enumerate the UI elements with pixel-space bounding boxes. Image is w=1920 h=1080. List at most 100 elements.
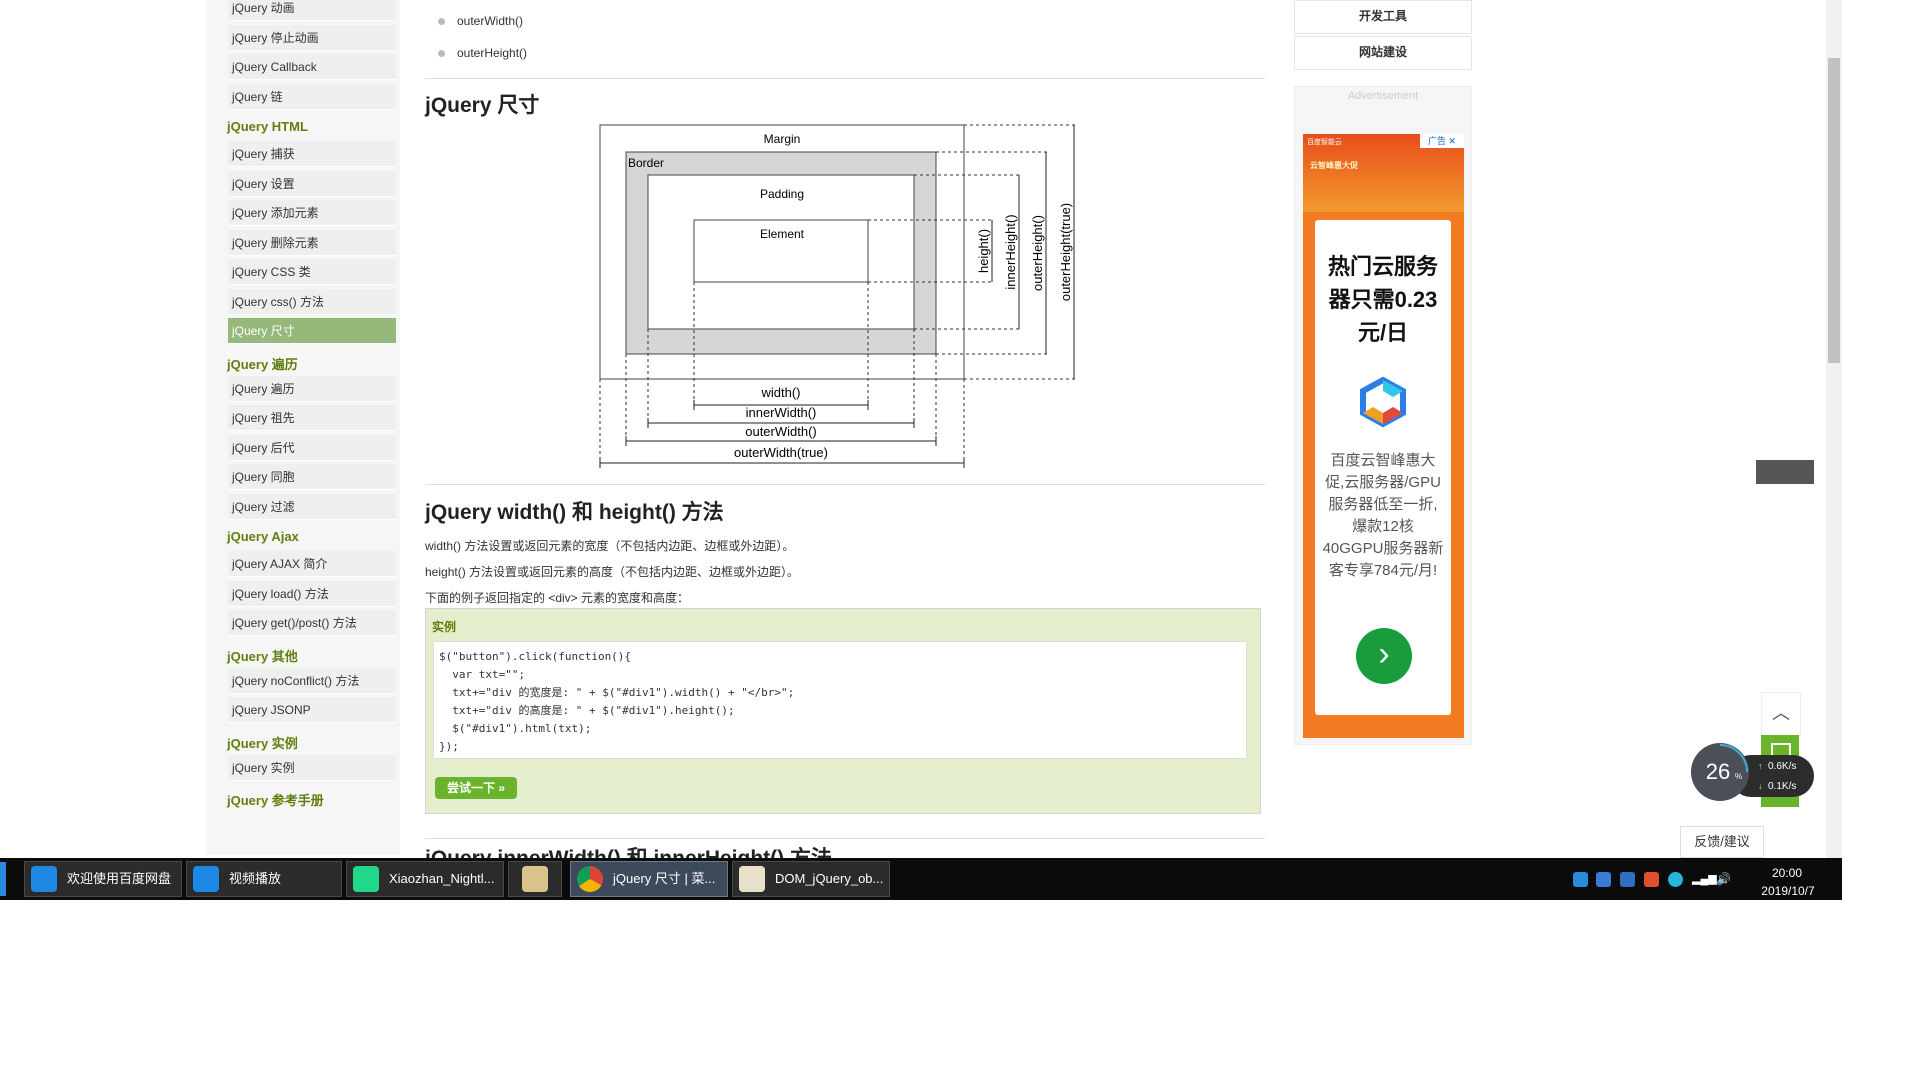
outer-height-true-label: outerHeight(true)	[1058, 203, 1073, 301]
code-line: $("button").click(function(){	[439, 650, 632, 663]
sidebar-item[interactable]: jQuery get()/post() 方法	[228, 610, 396, 636]
sidebar-item[interactable]: jQuery 添加元素	[228, 200, 396, 226]
task-pycharm[interactable]: Xiaozhan_Nightl...	[346, 861, 504, 897]
element-label: Element	[760, 227, 805, 241]
sidebar-item[interactable]: jQuery 过滤	[228, 493, 396, 520]
sidebar-section-heading: jQuery 参考手册	[227, 793, 324, 808]
notepad-icon	[522, 866, 548, 892]
outer-width-true-label: outerWidth(true)	[734, 445, 828, 460]
speaker-warning-icon[interactable]	[1644, 872, 1659, 887]
chrome-icon	[577, 866, 603, 892]
baidu-tray-icon[interactable]	[1573, 872, 1588, 887]
task-label: 欢迎使用百度网盘	[67, 871, 172, 886]
ime-toolbar[interactable]	[1756, 460, 1814, 484]
network-tray-icon[interactable]	[1668, 872, 1683, 887]
sidebar-item[interactable]: jQuery CSS 类	[228, 259, 396, 285]
sidebar-section-heading: jQuery 其他	[227, 648, 298, 664]
baidu-netdisk-icon	[31, 866, 57, 892]
pycharm-icon	[353, 866, 379, 892]
section-title: jQuery 尺寸	[425, 94, 540, 117]
clock-date[interactable]: 2019/10/7	[1748, 884, 1828, 898]
sidebar-item[interactable]: jQuery 设置	[228, 170, 396, 197]
sidebar-section-heading: jQuery Ajax	[227, 529, 299, 544]
ad-badge-label: 广告	[1427, 136, 1446, 146]
sidebar-item[interactable]: jQuery load() 方法	[228, 580, 396, 607]
padding-label: Padding	[760, 187, 804, 201]
example-label: 实例	[432, 620, 457, 634]
margin-label: Margin	[764, 132, 801, 146]
code-line: txt+="div 的宽度是: " + $("#div1").width() +…	[439, 686, 795, 699]
ad-badge[interactable]: 广告 ✕	[1420, 134, 1464, 148]
next-section-title: jQuery innerWidth() 和 innerHeight() 方法	[425, 847, 832, 858]
sidebar-item[interactable]: jQuery css() 方法	[228, 288, 396, 315]
start-button[interactable]	[0, 862, 6, 896]
back-to-top-button[interactable]: ︿	[1761, 692, 1801, 736]
task-label: 视频播放	[229, 871, 282, 886]
task-paint[interactable]: DOM_jQuery_ob...	[732, 861, 890, 897]
shield-icon[interactable]	[1620, 872, 1635, 887]
feedback-button[interactable]: 反馈/建议	[1680, 826, 1764, 858]
sidebar-item[interactable]: jQuery Callback	[228, 54, 396, 80]
clock-time[interactable]: 20:00	[1752, 866, 1822, 880]
memory-percent: 26	[1706, 759, 1730, 784]
sidebar-item[interactable]: jQuery 遍历	[228, 375, 396, 402]
task-chrome[interactable]: jQuery 尺寸 | 菜...	[570, 861, 728, 897]
sidebar-section-heading: jQuery 遍历	[227, 356, 298, 372]
sidebar-item[interactable]: jQuery 同胞	[228, 464, 396, 490]
paragraph: height() 方法设置或返回元素的高度（不包括内边距、边框或外边距）。	[425, 565, 800, 579]
inner-width-label: innerWidth()	[746, 405, 817, 420]
task-label: jQuery 尺寸 | 菜...	[613, 871, 716, 886]
sidebar-item[interactable]: jQuery noConflict() 方法	[228, 667, 396, 694]
sidebar-item[interactable]: jQuery 祖先	[228, 405, 396, 431]
sidebar-item[interactable]: jQuery 实例	[228, 754, 396, 781]
outer-width-label: outerWidth()	[745, 424, 817, 439]
task-label: Xiaozhan_Nightl...	[389, 871, 495, 886]
task-video-player[interactable]: 视频播放	[186, 861, 342, 897]
code-line: });	[439, 740, 459, 753]
list-item: outerHeight()	[438, 46, 527, 60]
close-icon[interactable]: ✕	[1446, 136, 1456, 146]
ad-body-text: 百度云智峰惠大促,云服务器/GPU服务器低至一折,爆款12核40GGPU服务器新…	[1322, 452, 1444, 579]
video-player-icon	[193, 866, 219, 892]
dev-tools-button[interactable]: 开发工具	[1294, 0, 1472, 34]
divider	[425, 78, 1265, 79]
scrollbar-thumb[interactable]	[1828, 58, 1840, 363]
download-arrow-icon: ↓	[1758, 781, 1763, 791]
sidebar-item[interactable]: jQuery 动画	[228, 0, 396, 21]
volume-icon[interactable]: 🔊	[1716, 872, 1731, 887]
chevron-right-icon[interactable]: ›	[1356, 628, 1412, 684]
code-line: $("#div1").html(txt);	[439, 722, 592, 735]
width-label: width()	[760, 385, 800, 400]
code-line: var txt="";	[439, 668, 526, 681]
sidebar-item[interactable]: jQuery 停止动画	[228, 24, 396, 51]
ad-promo: 云智峰惠大促	[1310, 161, 1358, 170]
website-build-button[interactable]: 网站建设	[1294, 36, 1472, 70]
sidebar-item[interactable]: jQuery AJAX 简介	[228, 551, 396, 577]
download-speed: 0.1K/s	[1768, 781, 1796, 792]
signal-icon[interactable]: ▂▄▆	[1692, 872, 1717, 887]
ad-brand: 百度智能云	[1307, 139, 1342, 146]
task-notepad[interactable]	[508, 861, 562, 897]
sidebar-item[interactable]: jQuery 尺寸	[228, 318, 396, 344]
network-speed-widget[interactable]: 26 % ↑ 0.6K/s ↓ 0.1K/s	[1690, 743, 1814, 801]
divider	[425, 838, 1265, 839]
sidebar-item[interactable]: jQuery 后代	[228, 434, 396, 461]
sidebar-item[interactable]: jQuery JSONP	[228, 697, 396, 723]
sidebar-section-heading: jQuery 实例	[227, 735, 298, 751]
sidebar-item[interactable]: jQuery 删除元素	[228, 229, 396, 256]
ad-label: Advertisement	[1347, 90, 1419, 102]
task-baidu-netdisk[interactable]: 欢迎使用百度网盘	[24, 861, 182, 897]
paragraph: width() 方法设置或返回元素的宽度（不包括内边距、边框或外边距）。	[425, 539, 795, 553]
app-tray-icon[interactable]	[1596, 872, 1611, 887]
percent-unit: %	[1735, 772, 1742, 781]
divider	[425, 484, 1265, 485]
box-model-diagram: Margin Border Padding Element width() in…	[599, 124, 1076, 468]
section-title: jQuery width() 和 height() 方法	[425, 501, 724, 524]
height-label: height()	[976, 229, 991, 273]
try-it-button[interactable]: 尝试一下 »	[435, 777, 517, 799]
upload-arrow-icon: ↑	[1758, 761, 1763, 771]
sidebar-item[interactable]: jQuery 捕获	[228, 141, 396, 167]
paint-icon	[739, 866, 765, 892]
code-block: $("button").click(function(){ var txt=""…	[433, 641, 1247, 759]
sidebar-item[interactable]: jQuery 链	[228, 83, 396, 110]
